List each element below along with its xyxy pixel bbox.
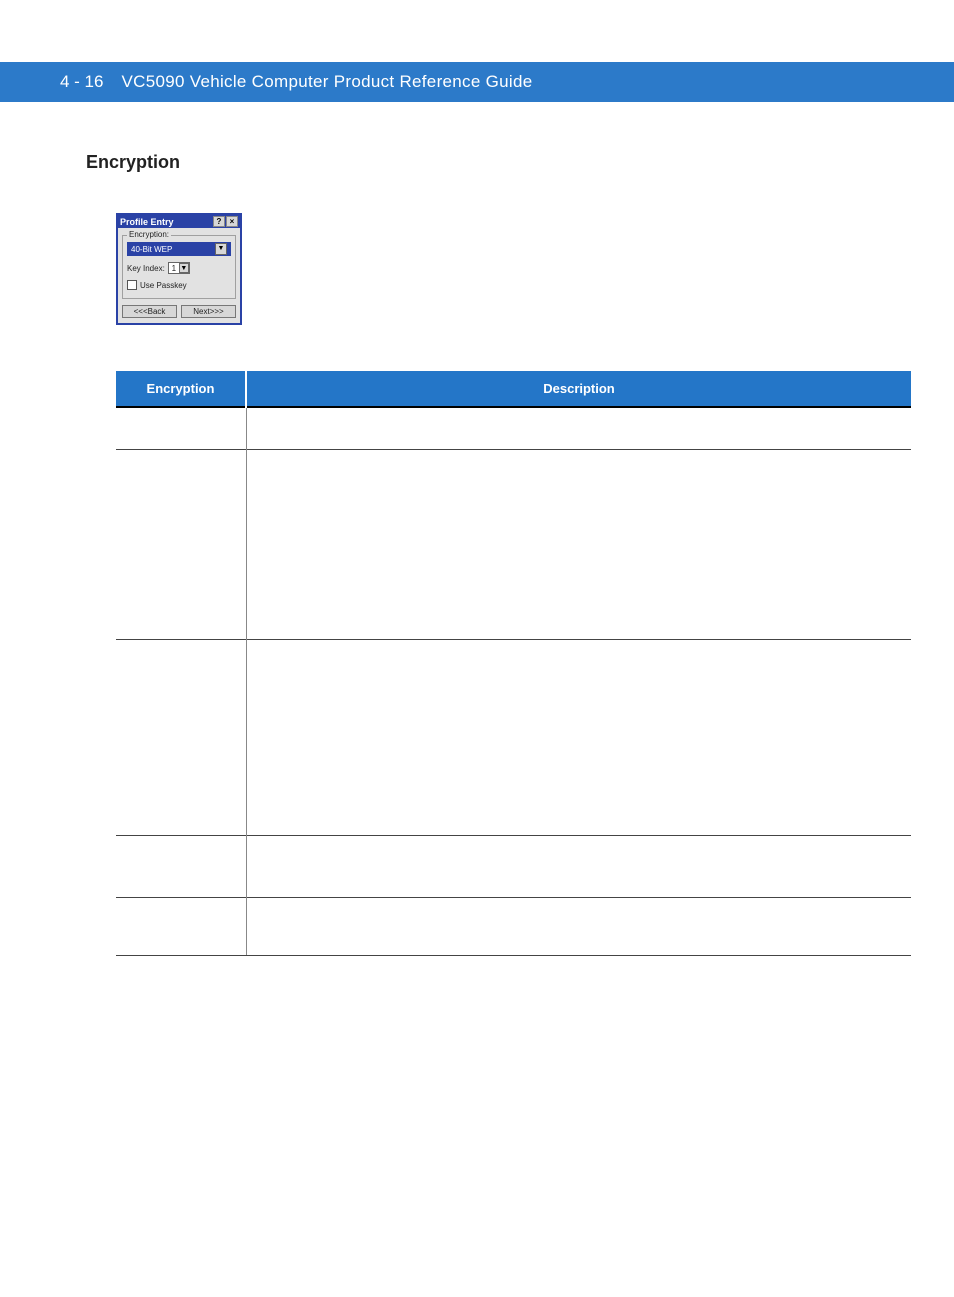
checkbox-icon [127, 280, 137, 290]
encryption-select[interactable]: 40-Bit WEP ▼ [127, 242, 231, 256]
dialog-titlebar: Profile Entry ? × [118, 215, 240, 228]
dialog-body: Encryption: 40-Bit WEP ▼ Key Index: 1 ▼ [118, 228, 240, 323]
key-index-select[interactable]: 1 ▼ [168, 262, 190, 274]
table-row [116, 897, 911, 955]
table-row [116, 639, 911, 835]
use-passkey-checkbox-row[interactable]: Use Passkey [127, 280, 231, 290]
key-index-value: 1 [169, 264, 179, 273]
next-button[interactable]: Next>>> [181, 305, 236, 318]
chevron-down-icon: ▼ [179, 263, 189, 273]
encryption-group-label: Encryption: [127, 230, 171, 239]
key-index-label: Key Index: [127, 264, 165, 273]
table-header-row: Encryption Description [116, 371, 911, 407]
back-button[interactable]: <<<Back [122, 305, 177, 318]
dialog-title-text: Profile Entry [120, 217, 212, 227]
help-icon[interactable]: ? [213, 216, 225, 227]
column-header-encryption: Encryption [116, 371, 246, 407]
table-row [116, 835, 911, 897]
page-content: Encryption Profile Entry ? × Encryption:… [0, 102, 954, 956]
use-passkey-label: Use Passkey [140, 281, 187, 290]
dialog-button-row: <<<Back Next>>> [122, 305, 236, 318]
document-title: VC5090 Vehicle Computer Product Referenc… [121, 72, 532, 92]
chevron-down-icon: ▼ [215, 243, 227, 255]
section-heading-encryption: Encryption [86, 152, 894, 173]
table-row [116, 407, 911, 449]
key-index-row: Key Index: 1 ▼ [127, 262, 231, 274]
column-header-description: Description [246, 371, 911, 407]
close-icon[interactable]: × [226, 216, 238, 227]
encryption-group: Encryption: 40-Bit WEP ▼ Key Index: 1 ▼ [122, 235, 236, 299]
page-number: 4 - 16 [60, 72, 103, 92]
table-row [116, 449, 911, 639]
figure-profile-entry-dialog: Profile Entry ? × Encryption: 40-Bit WEP… [116, 213, 894, 325]
encryption-select-value: 40-Bit WEP [131, 245, 215, 254]
profile-entry-dialog: Profile Entry ? × Encryption: 40-Bit WEP… [116, 213, 242, 325]
page-header-bar: 4 - 16 VC5090 Vehicle Computer Product R… [0, 62, 954, 102]
page: 4 - 16 VC5090 Vehicle Computer Product R… [0, 62, 954, 1297]
encryption-table: Encryption Description [116, 371, 911, 956]
